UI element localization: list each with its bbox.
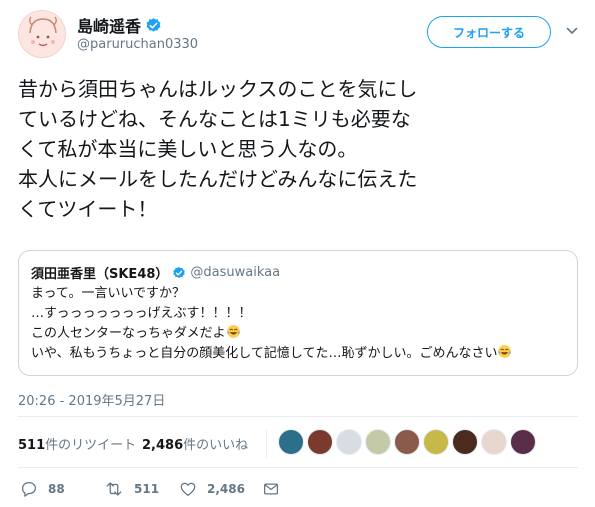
like-stat[interactable]: 2,486件のいいね: [142, 434, 248, 453]
liker-avatar[interactable]: [336, 429, 362, 455]
tears-of-joy-emoji-icon: [226, 325, 240, 338]
liker-avatars: [278, 429, 539, 455]
liker-avatar[interactable]: [365, 429, 391, 455]
author-display-name[interactable]: 島崎遥香: [77, 13, 141, 37]
liker-avatar[interactable]: [423, 429, 449, 455]
quoted-tweet-header: 須田亜香里（SKE48） @dasuwaikaa: [31, 263, 280, 282]
liker-avatar[interactable]: [394, 429, 420, 455]
liker-avatar[interactable]: [307, 429, 333, 455]
tweet-stats: 511件のリツイート 2,486件のいいね: [18, 424, 578, 460]
quoted-line: まって。一言いいですか？: [31, 286, 186, 301]
reply-count: 88: [48, 482, 65, 496]
tweet-text: 昔から須田ちゃんはルックスのことを気にし ているけどね、そんなことは1ミリも必要…: [18, 77, 418, 221]
like-button[interactable]: 2,486: [179, 480, 245, 498]
retweet-count: 511: [134, 482, 160, 496]
quoted-line: いや、私もうちょっと自分の顔美化して記憶してた…恥ずかしい。ごめんなさい: [31, 346, 498, 361]
share-envelope-icon: [263, 483, 279, 495]
retweet-button[interactable]: 511: [104, 480, 159, 498]
quoted-author-name: 須田亜香里（SKE48）: [31, 267, 169, 282]
author-handle[interactable]: @paruruchan0330: [77, 37, 198, 52]
tears-of-joy-emoji-icon: [498, 345, 512, 358]
verified-badge-icon: [173, 266, 186, 278]
heart-icon: [180, 482, 196, 497]
tweet-header: 島崎遥香 @paruruchan0330 フォローする: [18, 10, 578, 60]
author-name-row: 島崎遥香: [77, 13, 162, 37]
tweet-actions: 88 511 2,486: [18, 478, 578, 502]
quoted-line: この人センターなっちゃダメだよ: [31, 326, 226, 341]
quoted-author-handle: @dasuwaikaa: [190, 265, 281, 280]
reply-icon: [21, 481, 37, 497]
retweet-stat[interactable]: 511件のリツイート: [18, 434, 136, 453]
tweet-timestamp[interactable]: 20:26 - 2019年5月27日: [18, 390, 165, 409]
retweet-stat-label: 件のリツイート: [45, 438, 137, 453]
quoted-tweet-text: まって。一言いいですか？ …すっっっっっっっげえぶす！！！！ この人センターなっ…: [31, 284, 567, 364]
like-count: 2,486: [207, 482, 245, 496]
chevron-down-icon[interactable]: [565, 24, 579, 38]
liker-avatar[interactable]: [452, 429, 478, 455]
stats-separator: [266, 430, 267, 458]
follow-button[interactable]: フォローする: [427, 16, 551, 48]
like-stat-label: 件のいいね: [183, 438, 249, 453]
divider: [18, 467, 578, 468]
like-stat-count: 2,486: [142, 438, 184, 453]
divider: [18, 416, 578, 417]
liker-avatar[interactable]: [481, 429, 507, 455]
quoted-tweet[interactable]: 須田亜香里（SKE48） @dasuwaikaa まって。一言いいですか？ …す…: [18, 250, 578, 376]
retweet-icon: [106, 482, 122, 496]
retweet-stat-count: 511: [18, 438, 46, 453]
quoted-line: …すっっっっっっっげえぶす！！！！: [31, 306, 252, 321]
author-avatar[interactable]: [18, 10, 66, 58]
liker-avatar[interactable]: [510, 429, 536, 455]
verified-badge-icon: [146, 17, 161, 32]
share-button[interactable]: [262, 480, 290, 498]
avatar-doodle-icon: [29, 16, 57, 47]
liker-avatar[interactable]: [278, 429, 304, 455]
reply-button[interactable]: 88: [20, 480, 65, 498]
